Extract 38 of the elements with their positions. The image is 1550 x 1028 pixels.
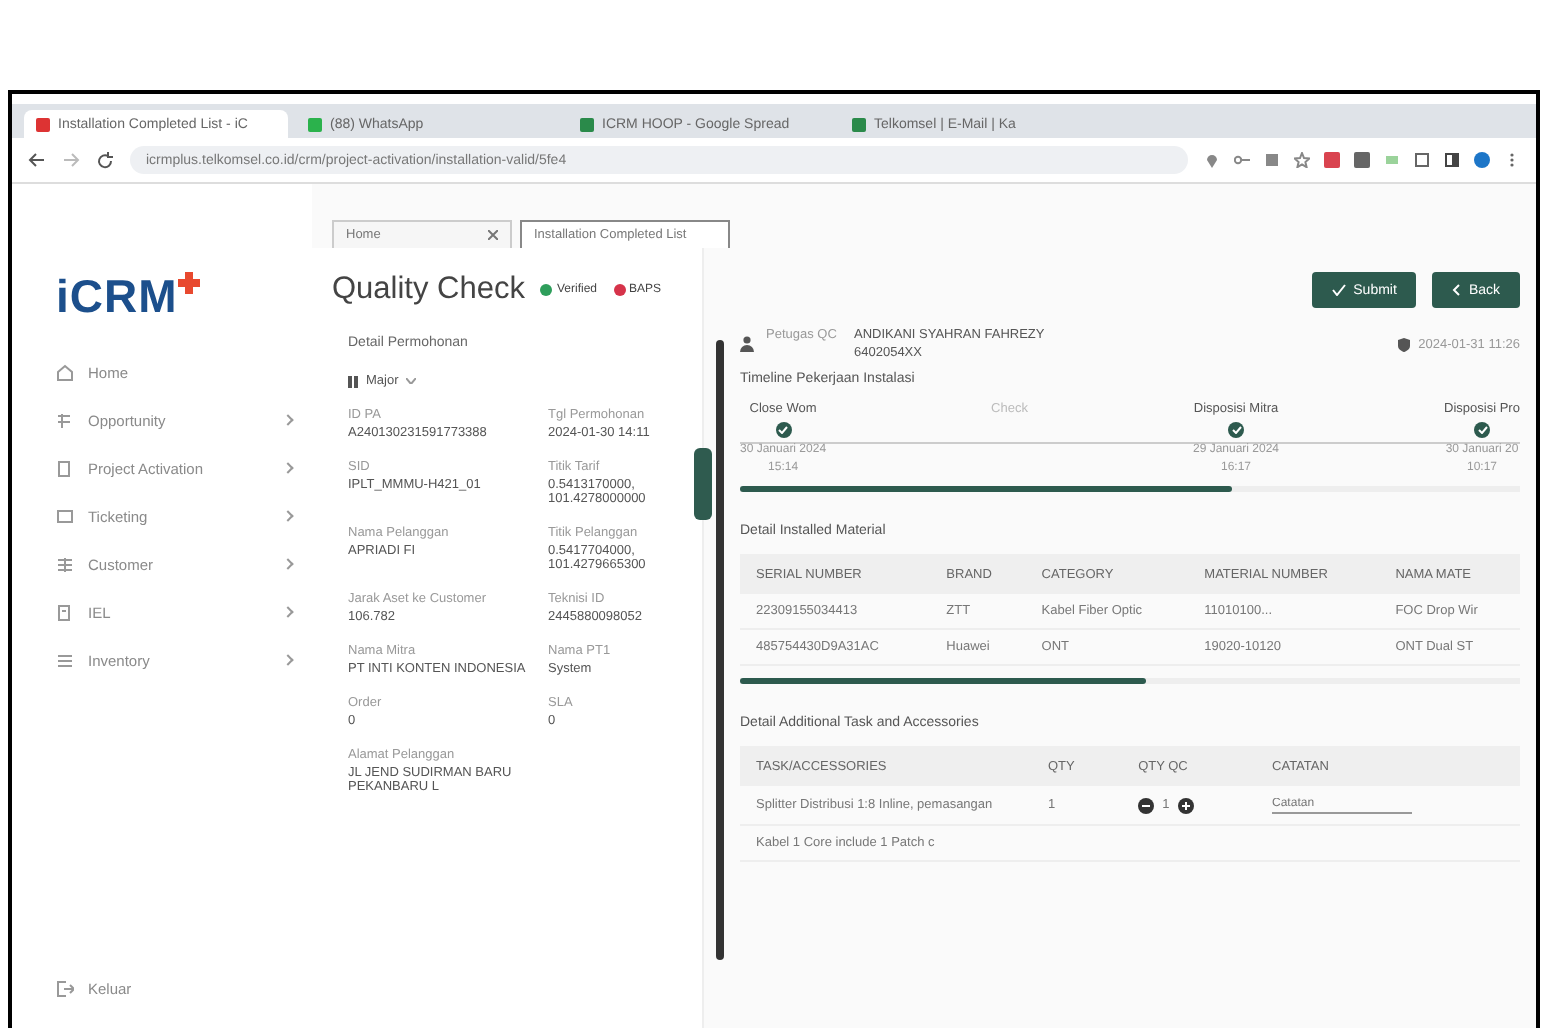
plus-icon bbox=[177, 272, 200, 294]
person-icon bbox=[740, 336, 754, 352]
list-icon bbox=[56, 651, 74, 669]
minus-button-icon[interactable] bbox=[1138, 797, 1155, 813]
tab-favicon-icon bbox=[852, 117, 866, 131]
tab-favicon-icon bbox=[580, 117, 594, 131]
home-icon bbox=[56, 363, 74, 381]
check-icon bbox=[1477, 426, 1487, 434]
check-icon bbox=[778, 426, 789, 434]
check-icon bbox=[1331, 284, 1346, 296]
collapse-handle[interactable] bbox=[694, 448, 712, 520]
logout-icon bbox=[56, 979, 74, 997]
priority-bars-icon bbox=[348, 375, 358, 387]
tab-favicon-icon bbox=[36, 117, 50, 131]
document-icon bbox=[56, 603, 74, 621]
chevron-left-icon bbox=[1452, 284, 1461, 296]
grid-icon bbox=[56, 555, 74, 573]
back-arrow-icon[interactable] bbox=[28, 152, 46, 168]
chevron-down-icon bbox=[406, 378, 417, 384]
horizontal-scrollbar[interactable] bbox=[740, 678, 1520, 684]
horizontal-scrollbar[interactable] bbox=[740, 486, 1520, 492]
logo-text: iCRM bbox=[56, 272, 178, 320]
plus-button-icon[interactable] bbox=[1177, 797, 1194, 813]
clipboard-icon bbox=[56, 459, 74, 477]
reload-icon[interactable] bbox=[96, 151, 114, 169]
star-icon[interactable] bbox=[1294, 152, 1310, 168]
shield-icon bbox=[1398, 337, 1411, 351]
tab-favicon-icon bbox=[308, 117, 322, 131]
check-icon bbox=[1231, 426, 1241, 434]
sidebar-icon[interactable] bbox=[1444, 152, 1460, 168]
close-icon[interactable] bbox=[488, 230, 498, 240]
page-title: Quality Check bbox=[332, 272, 525, 308]
chart-icon bbox=[56, 411, 74, 429]
scrollbar-thumb[interactable] bbox=[716, 340, 724, 960]
location-pin-icon[interactable] bbox=[1204, 152, 1220, 168]
profile-avatar-icon[interactable] bbox=[1474, 152, 1490, 168]
ticket-icon bbox=[56, 507, 74, 525]
key-icon[interactable] bbox=[1234, 152, 1250, 168]
